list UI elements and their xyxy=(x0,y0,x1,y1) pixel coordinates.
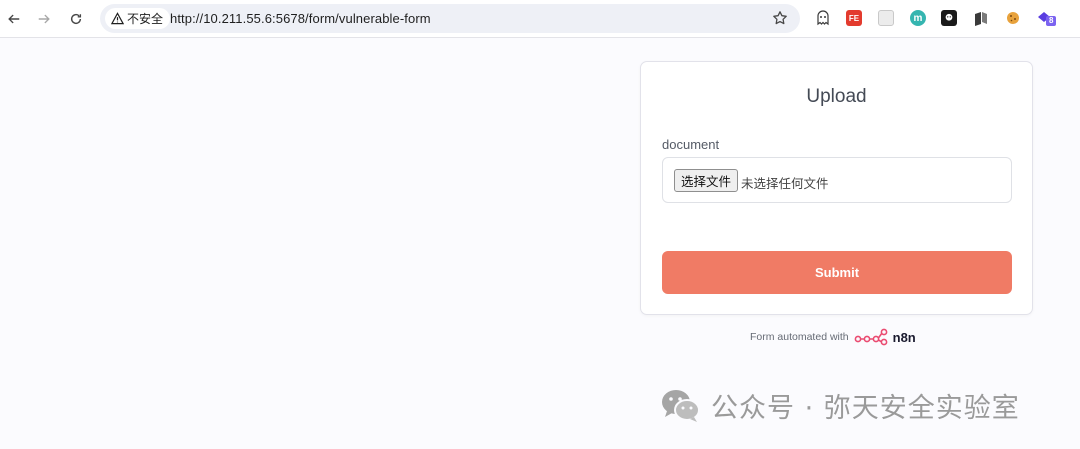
security-indicator[interactable]: 不安全 xyxy=(105,8,171,29)
submit-button[interactable]: Submit xyxy=(662,251,1012,294)
watermark: 公众号 · 弥天安全实验室 xyxy=(660,386,1020,425)
gray-box-extension-icon[interactable] xyxy=(878,10,894,26)
extension-badge: 8 xyxy=(1049,16,1054,25)
ghost-extension-icon[interactable] xyxy=(815,10,831,26)
forward-button[interactable] xyxy=(34,9,54,29)
n8n-brand-text[interactable]: n8n xyxy=(893,330,916,345)
url-text[interactable]: http://10.211.55.6:5678/form/vulnerable-… xyxy=(170,11,431,26)
document-file-input[interactable]: 选择文件 未选择任何文件 xyxy=(662,157,1012,203)
form-footer: Form automated with n8n xyxy=(750,327,916,347)
back-button[interactable] xyxy=(4,9,24,29)
reload-icon xyxy=(70,13,82,25)
document-label: document xyxy=(662,137,720,152)
n8n-logo-icon[interactable] xyxy=(854,327,888,347)
security-label: 不安全 xyxy=(127,12,164,26)
fe-extension-icon[interactable]: FE xyxy=(846,10,862,26)
browser-toolbar: 不安全 http://10.211.55.6:5678/form/vulnera… xyxy=(0,0,1080,38)
shield-extension-icon[interactable]: 8 xyxy=(1037,10,1057,26)
footer-text: Form automated with xyxy=(750,331,849,343)
bookmark-star-icon[interactable] xyxy=(772,10,788,26)
form-card: Upload document 选择文件 未选择任何文件 Submit xyxy=(640,61,1033,315)
book-extension-icon[interactable] xyxy=(973,10,989,26)
form-title: Upload xyxy=(806,86,867,107)
cookie-extension-icon[interactable] xyxy=(1005,10,1021,26)
warning-icon xyxy=(111,12,124,25)
arrow-right-icon xyxy=(38,14,50,24)
address-bar[interactable]: 不安全 http://10.211.55.6:5678/form/vulnera… xyxy=(100,4,800,33)
face-extension-icon[interactable] xyxy=(941,10,957,26)
file-status-text: 未选择任何文件 xyxy=(741,176,829,191)
choose-file-button[interactable]: 选择文件 xyxy=(674,169,739,192)
arrow-left-icon xyxy=(8,14,20,24)
m-extension-icon[interactable]: m xyxy=(910,10,926,26)
watermark-text: 公众号 · 弥天安全实验室 xyxy=(711,393,1020,424)
reload-button[interactable] xyxy=(66,9,86,29)
wechat-icon xyxy=(662,389,700,422)
